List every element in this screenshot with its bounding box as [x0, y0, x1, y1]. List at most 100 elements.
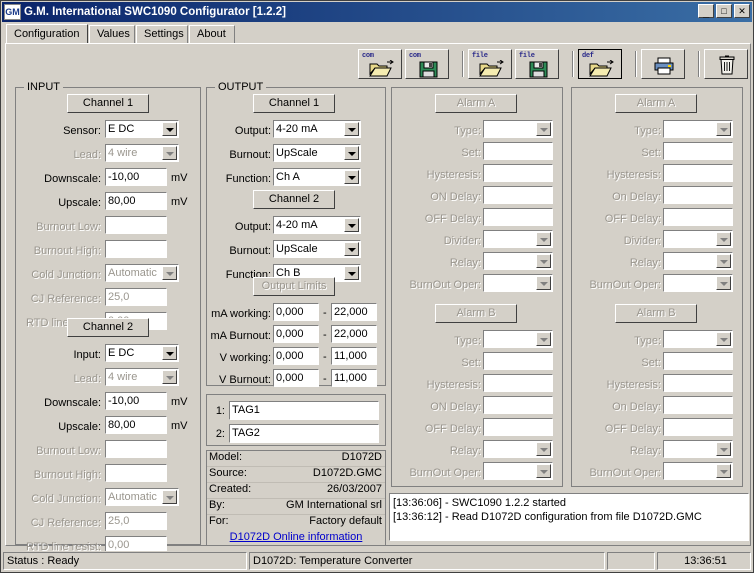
output-ch1-output-combo[interactable]: 4-20 mA	[273, 120, 361, 138]
alarm-b1-set-field	[483, 352, 553, 370]
alarm-a2-header: Alarm A	[615, 94, 697, 113]
alarm-a2-on-delay-field	[663, 186, 733, 204]
output-channel2-header[interactable]: Channel 2	[253, 190, 335, 209]
limit-v-working-min[interactable]: 0,000	[273, 347, 319, 365]
input-ch2-upscale-unit: mV	[171, 420, 188, 432]
limit-ma-working-min[interactable]: 0,000	[273, 303, 319, 321]
device-description: D1072D: Temperature Converter	[249, 552, 605, 570]
input-ch2-upscale-field[interactable]: 80,00	[105, 416, 167, 434]
alarm-a1-hysteresis-field	[483, 164, 553, 182]
tab-about[interactable]: About	[189, 25, 235, 43]
chevron-down-icon[interactable]	[344, 146, 359, 160]
limit-separator: -	[323, 373, 327, 385]
status-bar: Status : Ready D1072D: Temperature Conve…	[2, 551, 752, 571]
alarm-a2-label-off-delay: OFF Delay:	[604, 213, 661, 225]
delete-button[interactable]	[704, 49, 748, 79]
input-ch2-downscale-unit: mV	[171, 396, 188, 408]
log-panel[interactable]: [13:36:06] - SWC1090 1.2.2 started [13:3…	[389, 493, 749, 541]
input-ch2-label-cj-reference: CJ Reference:	[30, 517, 101, 529]
chevron-down-icon	[536, 254, 551, 268]
info-row-model: Model: D1072D	[207, 451, 385, 467]
printer-icon	[654, 57, 674, 75]
output-ch1-label-burnout: Burnout:	[229, 149, 271, 161]
online-information-link[interactable]: D1072D Online information	[207, 531, 385, 543]
chevron-down-icon[interactable]	[344, 170, 359, 184]
com-open-button[interactable]: com	[358, 49, 402, 79]
com-save-button[interactable]: com	[405, 49, 449, 79]
output-ch2-burnout-combo[interactable]: UpScale	[273, 240, 361, 258]
input-channel2-header[interactable]: Channel 2	[67, 318, 149, 337]
info-value: D1072D	[341, 451, 382, 463]
alarm-a2-label-type: Type:	[634, 125, 661, 137]
output-channel1-header[interactable]: Channel 1	[253, 94, 335, 113]
input-ch1-upscale-field[interactable]: 80,00	[105, 192, 167, 210]
default-open-label: def	[582, 52, 594, 60]
output-limits-header: Output Limits	[253, 277, 335, 296]
maximize-button[interactable]: □	[716, 4, 732, 18]
chevron-down-icon[interactable]	[162, 346, 177, 360]
alarm-a2-label-on-delay: On Delay:	[612, 191, 661, 203]
chevron-down-icon	[536, 332, 551, 346]
file-open-button[interactable]: file	[468, 49, 512, 79]
folder-open-icon	[589, 60, 614, 77]
alarm-b2-off-delay-field	[663, 418, 733, 436]
limit-ma-burnout-min[interactable]: 0,000	[273, 325, 319, 343]
output-ch1-burnout-combo[interactable]: UpScale	[273, 144, 361, 162]
limit-ma-burnout-max[interactable]: 22,000	[331, 325, 377, 343]
file-save-button[interactable]: file	[515, 49, 559, 79]
info-key: Source:	[209, 467, 247, 479]
close-icon: ✕	[738, 6, 746, 16]
chevron-down-icon[interactable]	[344, 122, 359, 136]
input-ch1-cold-junction-value: Automatic	[108, 267, 157, 279]
input-ch2-downscale-field[interactable]: -10,00	[105, 392, 167, 410]
tab-settings[interactable]: Settings	[136, 25, 188, 43]
limit-v-working-max[interactable]: 11,000	[331, 347, 377, 365]
input-channel1-header[interactable]: Channel 1	[67, 94, 149, 113]
input-ch2-input-combo[interactable]: E DC	[105, 344, 179, 362]
limit-v-burnout-max[interactable]: 11,000	[331, 369, 377, 387]
alarm-b2-label-set: Set:	[641, 357, 661, 369]
input-ch1-label-lead: Lead:	[73, 149, 101, 161]
limit-ma-working-max[interactable]: 22,000	[331, 303, 377, 321]
input-ch2-label-cold-junction: Cold Junction:	[31, 493, 101, 505]
tag1-field[interactable]: TAG1	[229, 401, 379, 420]
alarm-b1-header: Alarm B	[435, 304, 517, 323]
chevron-down-icon[interactable]	[344, 218, 359, 232]
output-ch2-label-output: Output:	[234, 221, 271, 233]
output-ch1-function-combo[interactable]: Ch A	[273, 168, 361, 186]
folder-open-icon	[369, 60, 394, 77]
input-ch2-label-burnout-low: Burnout Low:	[36, 445, 101, 457]
file-open-label: file	[472, 52, 488, 60]
chevron-down-icon[interactable]	[344, 242, 359, 256]
minimize-button[interactable]: _	[698, 4, 714, 19]
input-ch1-cold-junction-combo: Automatic	[105, 264, 179, 282]
close-button[interactable]: ✕	[734, 4, 750, 18]
input-ch2-label-burnout-high: Burnout High:	[33, 469, 101, 481]
chevron-down-icon[interactable]	[344, 266, 359, 280]
output-ch2-output-combo[interactable]: 4-20 mA	[273, 216, 361, 234]
input-ch1-downscale-field[interactable]: -10,00	[105, 168, 167, 186]
input-ch2-lead-value: 4 wire	[108, 371, 138, 383]
alarm-a2-burnout-oper-combo	[663, 274, 733, 292]
input-ch1-sensor-combo[interactable]: E DC	[105, 120, 179, 138]
input-ch1-label-burnout-high: Burnout High:	[33, 245, 101, 257]
app-icon: GM	[4, 4, 21, 20]
alarm-a1-off-delay-field	[483, 208, 553, 226]
alarm-a2-off-delay-field	[663, 208, 733, 226]
chevron-down-icon	[716, 332, 731, 346]
toolbar-group-delete	[704, 49, 751, 79]
default-open-button[interactable]: def	[578, 49, 622, 79]
tab-values[interactable]: Values	[89, 25, 135, 43]
chevron-down-icon	[162, 146, 177, 160]
print-button[interactable]	[641, 49, 685, 79]
input-ch1-label-cj-reference: CJ Reference:	[30, 293, 101, 305]
chevron-down-icon[interactable]	[162, 122, 177, 136]
limit-v-burnout-min[interactable]: 0,000	[273, 369, 319, 387]
alarm-b1-label-type: Type:	[454, 335, 481, 347]
tab-configuration[interactable]: Configuration	[6, 24, 88, 43]
output-ch1-function-value: Ch A	[276, 171, 300, 183]
tag2-field[interactable]: TAG2	[229, 424, 379, 443]
alarm-b1-label-hysteresis: Hysteresis:	[426, 379, 481, 391]
input-ch1-burnout-high-field	[105, 240, 167, 258]
folder-open-icon	[479, 60, 504, 77]
